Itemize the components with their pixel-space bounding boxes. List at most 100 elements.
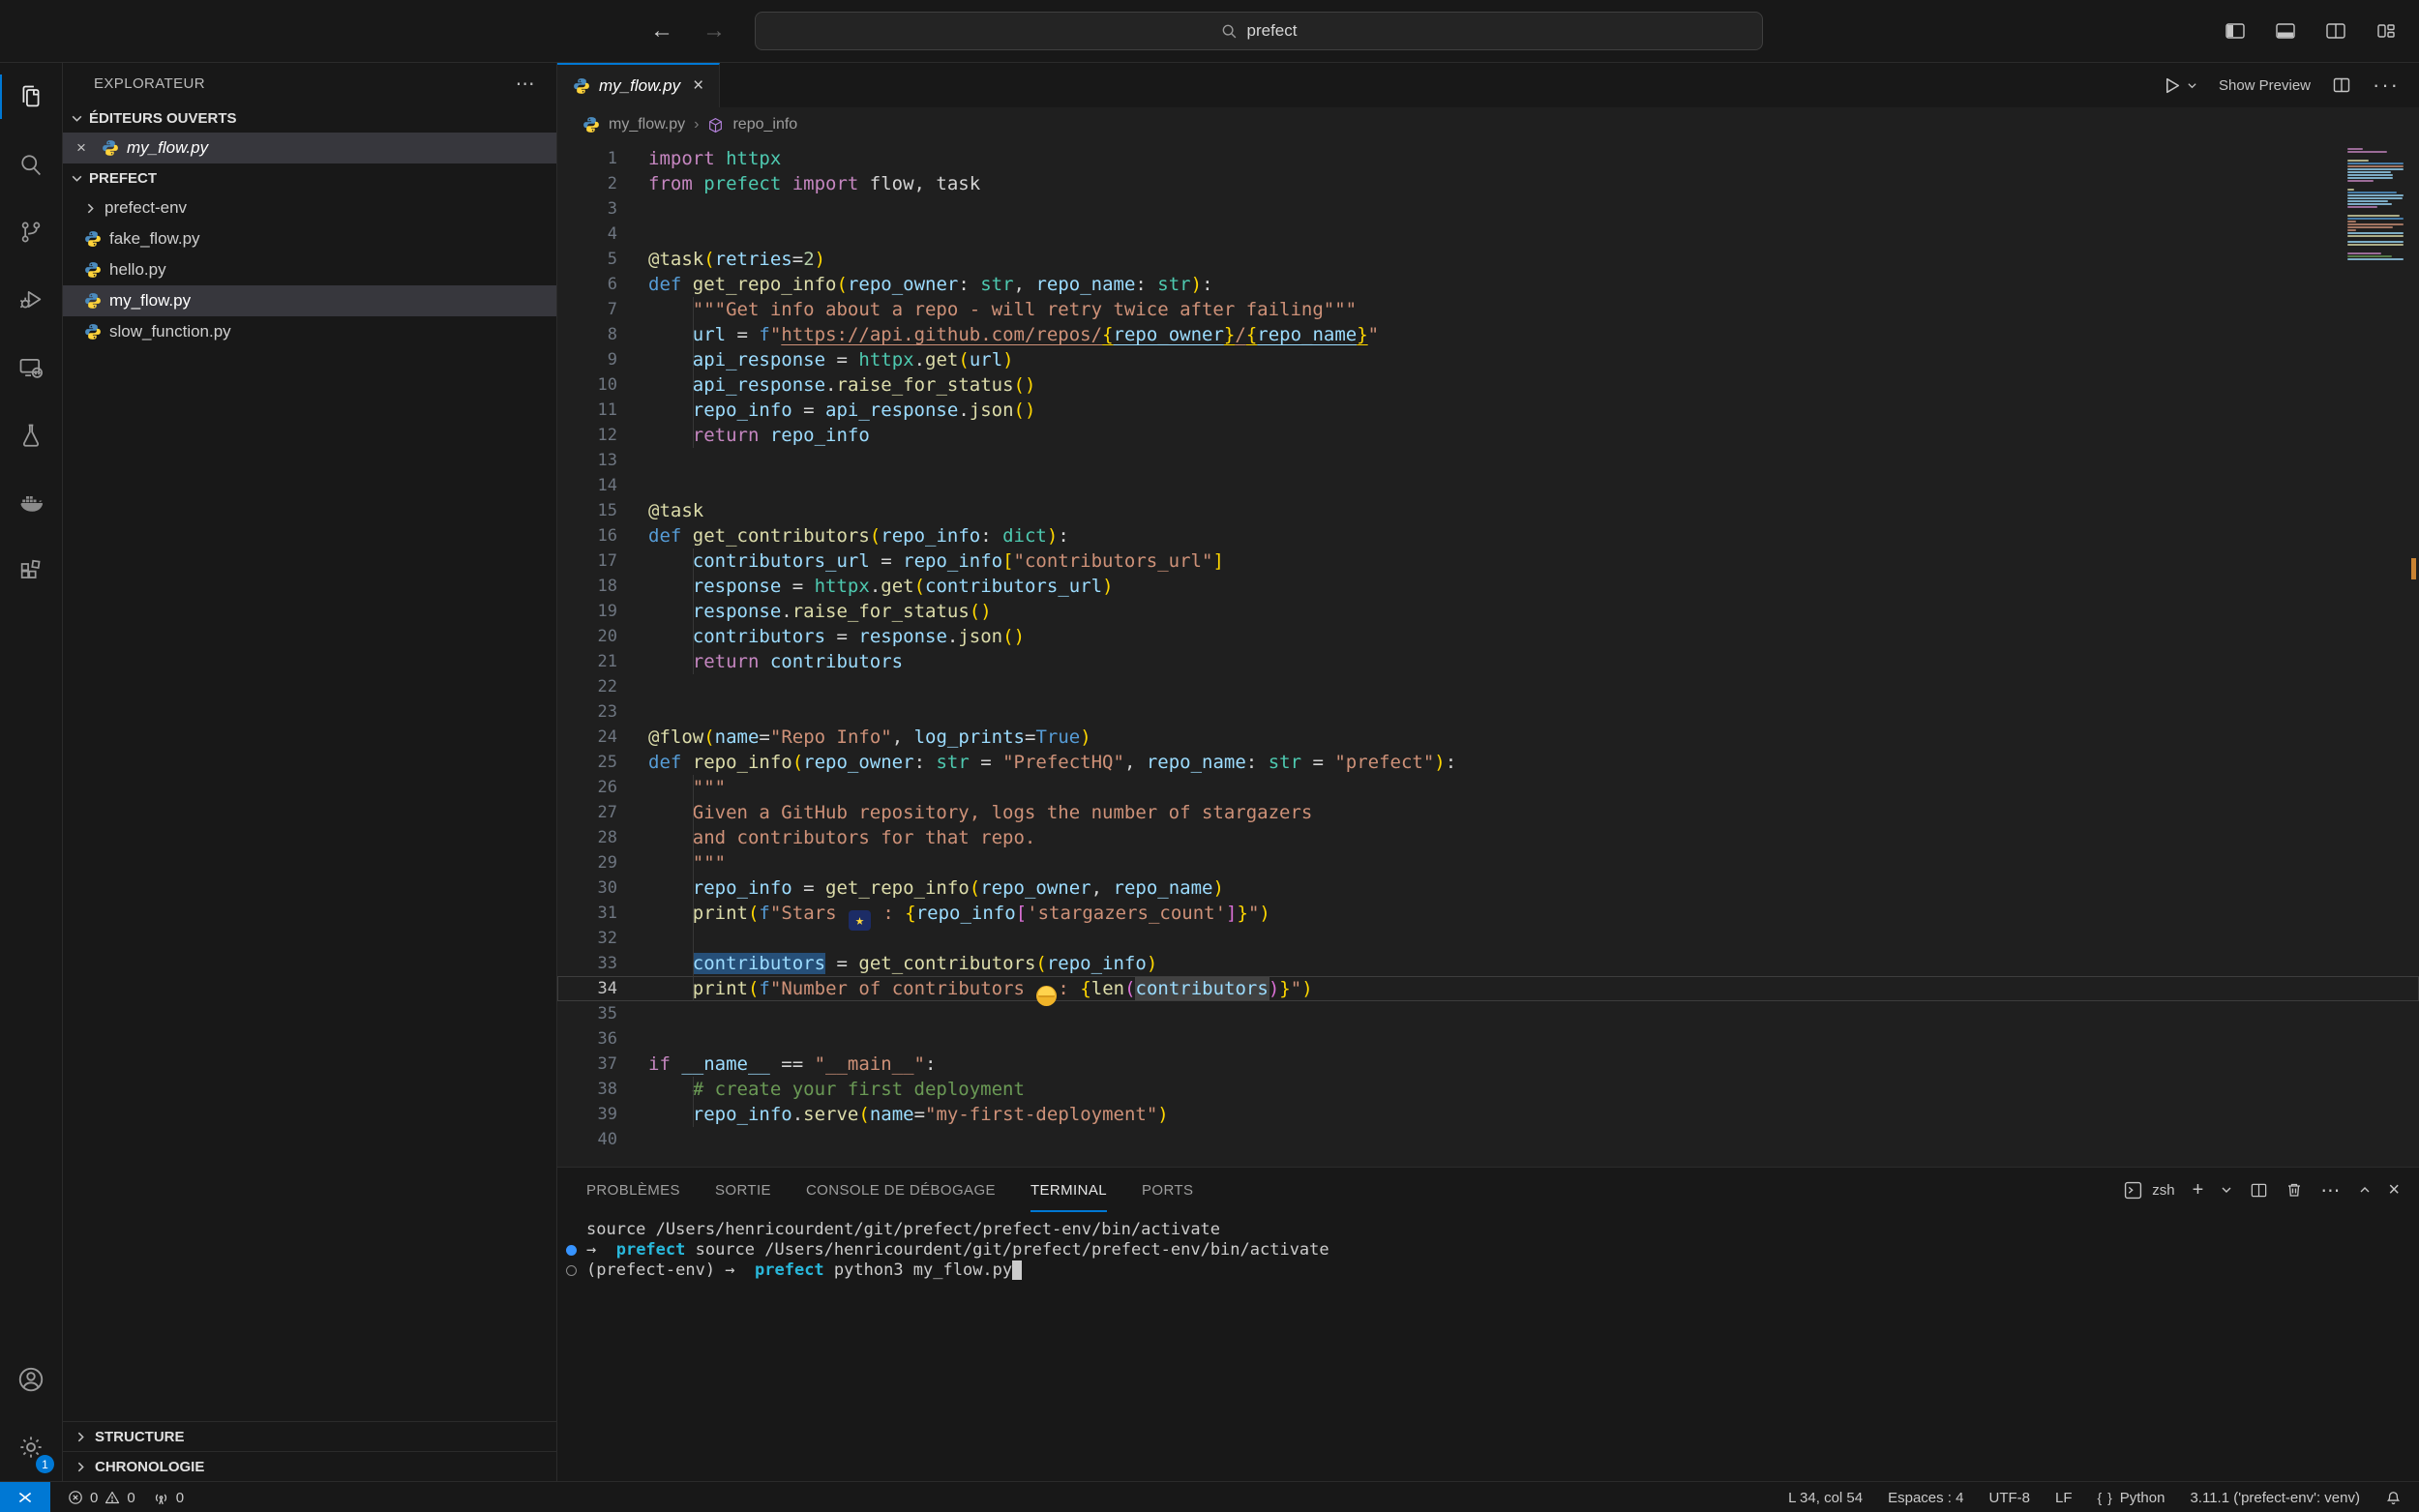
- code-line[interactable]: 3: [557, 196, 2419, 222]
- code-line[interactable]: 9 api_response = httpx.get(url): [557, 347, 2419, 372]
- code-line[interactable]: 33 contributors = get_contributors(repo_…: [557, 951, 2419, 976]
- forward-arrow-icon[interactable]: →: [702, 17, 726, 44]
- run-debug-icon[interactable]: [0, 266, 62, 334]
- code-line[interactable]: 7 """Get info about a repo - will retry …: [557, 297, 2419, 322]
- settings-gear-icon[interactable]: 1: [0, 1413, 62, 1481]
- command-decoration-filled[interactable]: [566, 1245, 577, 1256]
- shell-label[interactable]: zsh: [2152, 1182, 2174, 1199]
- close-icon[interactable]: ×: [76, 138, 94, 158]
- toggle-secondary-sidebar-icon[interactable]: [2324, 19, 2347, 43]
- toggle-primary-sidebar-icon[interactable]: [2224, 19, 2247, 43]
- panel-tab-console de débogage[interactable]: CONSOLE DE DÉBOGAGE: [806, 1168, 996, 1212]
- sidebar-item-my_flow.py[interactable]: my_flow.py: [63, 285, 556, 316]
- tab-my-flow[interactable]: my_flow.py ×: [557, 63, 720, 107]
- split-editor-icon[interactable]: [2332, 75, 2351, 95]
- code-line[interactable]: 19 response.raise_for_status(): [557, 599, 2419, 624]
- code-line[interactable]: 39 repo_info.serve(name="my-first-deploy…: [557, 1102, 2419, 1127]
- code-line[interactable]: 2from prefect import flow, task: [557, 171, 2419, 196]
- terminal-dropdown-icon[interactable]: [2221, 1184, 2232, 1196]
- terminal-output[interactable]: source /Users/henricourdent/git/prefect/…: [557, 1212, 2419, 1281]
- show-preview-button[interactable]: Show Preview: [2219, 77, 2311, 94]
- remote-explorer-icon[interactable]: [0, 334, 62, 401]
- sidebar-item-prefect-env[interactable]: prefect-env: [63, 193, 556, 223]
- maximize-panel-icon[interactable]: [2359, 1184, 2371, 1196]
- remote-indicator[interactable]: [0, 1482, 50, 1512]
- code-line[interactable]: 17 contributors_url = repo_info["contrib…: [557, 548, 2419, 574]
- new-terminal-icon[interactable]: +: [2193, 1179, 2204, 1201]
- open-editors-header[interactable]: ÉDITEURS OUVERTS: [63, 104, 556, 133]
- code-line[interactable]: 8 url = f"https://api.github.com/repos/{…: [557, 322, 2419, 347]
- notifications-bell-icon[interactable]: [2385, 1490, 2402, 1506]
- code-line[interactable]: 24@flow(name="Repo Info", log_prints=Tru…: [557, 725, 2419, 750]
- extensions-icon[interactable]: [0, 537, 62, 605]
- timeline-section[interactable]: CHRONOLOGIE: [63, 1451, 556, 1481]
- code-line[interactable]: 5@task(retries=2): [557, 247, 2419, 272]
- code-line[interactable]: 11 repo_info = api_response.json(): [557, 398, 2419, 423]
- docker-icon[interactable]: [0, 469, 62, 537]
- run-python-icon[interactable]: [2162, 75, 2197, 96]
- code-line[interactable]: 12 return repo_info: [557, 423, 2419, 448]
- explorer-icon[interactable]: [0, 63, 62, 131]
- sidebar-more-icon[interactable]: ⋯: [516, 72, 535, 96]
- code-line[interactable]: 10 api_response.raise_for_status(): [557, 372, 2419, 398]
- code-line[interactable]: 22: [557, 674, 2419, 699]
- code-line[interactable]: 6def get_repo_info(repo_owner: str, repo…: [557, 272, 2419, 297]
- structure-section[interactable]: STRUCTURE: [63, 1421, 556, 1451]
- more-actions-icon[interactable]: ···: [2373, 73, 2400, 98]
- code-line[interactable]: 26 """: [557, 775, 2419, 800]
- encoding[interactable]: UTF-8: [1988, 1490, 2030, 1506]
- sidebar-item-slow_function.py[interactable]: slow_function.py: [63, 316, 556, 347]
- breadcrumb-symbol[interactable]: repo_info: [732, 116, 797, 133]
- code-line[interactable]: 38 # create your first deployment: [557, 1077, 2419, 1102]
- testing-icon[interactable]: [0, 401, 62, 469]
- code-line[interactable]: 36: [557, 1026, 2419, 1052]
- search-view-icon[interactable]: [0, 131, 62, 198]
- code-line[interactable]: 30 repo_info = get_repo_info(repo_owner,…: [557, 875, 2419, 901]
- code-line[interactable]: 29 """: [557, 850, 2419, 875]
- panel-tab-ports[interactable]: PORTS: [1142, 1168, 1193, 1212]
- code-line[interactable]: 32: [557, 926, 2419, 951]
- command-decoration-hollow[interactable]: [566, 1265, 577, 1276]
- cursor-position[interactable]: L 34, col 54: [1788, 1490, 1863, 1506]
- command-center-search[interactable]: prefect: [755, 12, 1763, 50]
- split-terminal-icon[interactable]: [2250, 1181, 2268, 1200]
- panel-tab-terminal[interactable]: TERMINAL: [1030, 1168, 1107, 1212]
- code-line[interactable]: 16def get_contributors(repo_info: dict):: [557, 523, 2419, 548]
- python-interpreter[interactable]: 3.11.1 ('prefect-env': venv): [2190, 1490, 2360, 1506]
- code-line[interactable]: 21 return contributors: [557, 649, 2419, 674]
- code-editor[interactable]: 1import httpx2from prefect import flow, …: [557, 142, 2419, 1167]
- kill-terminal-icon[interactable]: [2285, 1181, 2303, 1199]
- eol[interactable]: LF: [2055, 1490, 2073, 1506]
- code-line[interactable]: 31 print(f"Stars 🌠 : {repo_info['stargaz…: [557, 901, 2419, 926]
- customize-layout-icon[interactable]: [2374, 19, 2398, 43]
- code-line[interactable]: 20 contributors = response.json(): [557, 624, 2419, 649]
- panel-tab-problèmes[interactable]: PROBLÈMES: [586, 1168, 680, 1212]
- project-header[interactable]: PREFECT: [63, 163, 556, 193]
- toggle-panel-icon[interactable]: [2274, 19, 2297, 43]
- tab-close-icon[interactable]: ×: [693, 75, 703, 97]
- language-mode[interactable]: { } Python: [2098, 1490, 2165, 1506]
- code-line[interactable]: 4: [557, 222, 2419, 247]
- close-panel-icon[interactable]: ×: [2388, 1179, 2400, 1201]
- ports-status[interactable]: 0: [153, 1490, 184, 1506]
- sidebar-item-fake_flow.py[interactable]: fake_flow.py: [63, 223, 556, 254]
- open-editor-item[interactable]: × my_flow.py: [63, 133, 556, 163]
- account-icon[interactable]: [0, 1346, 62, 1413]
- code-line[interactable]: 27 Given a GitHub repository, logs the n…: [557, 800, 2419, 825]
- problems-status[interactable]: 0 0: [68, 1490, 135, 1506]
- breadcrumb-file[interactable]: my_flow.py: [609, 116, 685, 133]
- code-line[interactable]: 35: [557, 1001, 2419, 1026]
- panel-tab-sortie[interactable]: SORTIE: [715, 1168, 771, 1212]
- code-line[interactable]: 18 response = httpx.get(contributors_url…: [557, 574, 2419, 599]
- code-line[interactable]: 40: [557, 1127, 2419, 1152]
- code-line[interactable]: 23: [557, 699, 2419, 725]
- code-line[interactable]: 28 and contributors for that repo.: [557, 825, 2419, 850]
- code-line[interactable]: 14: [557, 473, 2419, 498]
- code-line[interactable]: 37if __name__ == "__main__":: [557, 1052, 2419, 1077]
- code-line[interactable]: 25def repo_info(repo_owner: str = "Prefe…: [557, 750, 2419, 775]
- code-line[interactable]: 13: [557, 448, 2419, 473]
- sidebar-item-hello.py[interactable]: hello.py: [63, 254, 556, 285]
- code-line[interactable]: 1import httpx: [557, 146, 2419, 171]
- indentation[interactable]: Espaces : 4: [1888, 1490, 1963, 1506]
- back-arrow-icon[interactable]: ←: [650, 17, 673, 44]
